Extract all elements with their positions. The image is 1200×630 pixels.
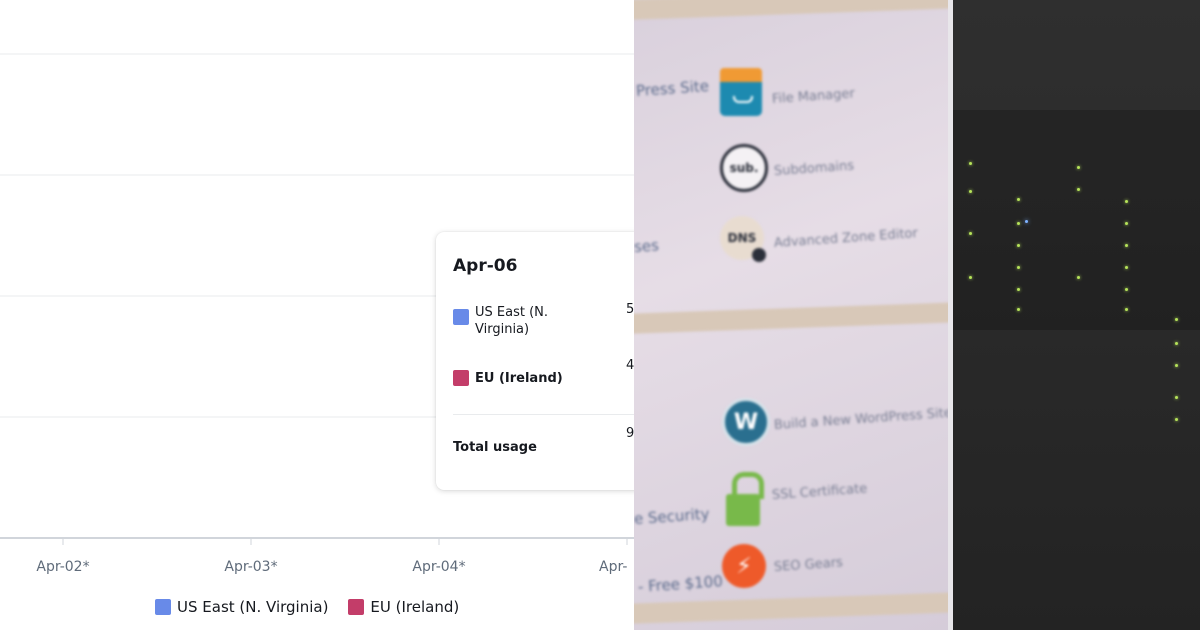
file-manager-icon bbox=[720, 68, 762, 116]
rack-led bbox=[1077, 188, 1080, 191]
seo-gears-icon-text: ⚡ bbox=[736, 553, 752, 579]
photo-band bbox=[634, 591, 950, 625]
rack-led bbox=[1175, 342, 1178, 345]
legend-item-us-east[interactable]: US East (N. Virginia) bbox=[155, 598, 328, 616]
x-tick-label: Apr-03* bbox=[224, 559, 277, 575]
rack-led bbox=[1017, 288, 1020, 291]
rack-led bbox=[969, 190, 972, 193]
rack-led bbox=[969, 232, 972, 235]
rack-led bbox=[1125, 288, 1128, 291]
rack-led bbox=[1017, 308, 1020, 311]
rack-shadow bbox=[953, 110, 1200, 330]
photo-label: - Free $100 bbox=[637, 572, 724, 596]
rack-led bbox=[969, 276, 972, 279]
server-rack-photo bbox=[953, 0, 1200, 630]
rack-led bbox=[1017, 244, 1020, 247]
tooltip-swatch-us-east bbox=[453, 309, 469, 325]
photo-label: SSL Certificate bbox=[771, 481, 868, 503]
rack-led bbox=[1125, 222, 1128, 225]
x-tick-label: Apr- bbox=[599, 559, 627, 575]
tooltip-row-us-east: US East (N. Virginia) bbox=[453, 304, 563, 338]
tooltip-title: Apr-06 bbox=[453, 256, 518, 276]
photo-label: e Security bbox=[634, 504, 711, 528]
rack-led-blue bbox=[1025, 220, 1028, 223]
photo-content: Press Site File Manager sub. Subdomains … bbox=[634, 0, 950, 630]
usage-chart-panel: Apr-02* Apr-03* Apr-04* Apr- US East (N.… bbox=[0, 0, 634, 630]
photo-label: File Manager bbox=[771, 86, 856, 107]
subdomains-icon-text: sub. bbox=[729, 161, 759, 175]
photo-band bbox=[634, 301, 950, 335]
tooltip-label-us-east: US East (N. Virginia) bbox=[475, 305, 549, 337]
tooltip-row-eu-ireland: EU (Ireland) bbox=[453, 370, 563, 387]
rack-led bbox=[1125, 244, 1128, 247]
hosting-panel-photo: Press Site File Manager sub. Subdomains … bbox=[634, 0, 950, 630]
rack-led bbox=[1077, 166, 1080, 169]
subdomains-icon: sub. bbox=[720, 144, 768, 192]
x-tick-label: Apr-02* bbox=[36, 559, 89, 575]
legend-swatch-us-east bbox=[155, 599, 171, 615]
rack-led bbox=[1077, 276, 1080, 279]
dns-icon-text: DNS bbox=[727, 231, 757, 245]
rack-led bbox=[1125, 266, 1128, 269]
x-tick-label: Apr-04* bbox=[412, 559, 465, 575]
rack-led bbox=[1125, 308, 1128, 311]
photo-label: Press Site bbox=[635, 76, 710, 100]
photo-label: Advanced Zone Editor bbox=[773, 225, 919, 251]
ssl-lock-icon bbox=[726, 472, 764, 528]
rack-led bbox=[1175, 418, 1178, 421]
tooltip-label-eu-ireland: EU (Ireland) bbox=[475, 371, 563, 386]
rack-led bbox=[1017, 266, 1020, 269]
wordpress-icon: W bbox=[722, 398, 770, 446]
tooltip-swatch-eu-ireland bbox=[453, 370, 469, 386]
legend-label-us-east: US East (N. Virginia) bbox=[177, 598, 329, 616]
rack-led bbox=[1175, 364, 1178, 367]
tooltip-value-eu-ireland: 4 bbox=[626, 358, 634, 373]
rack-led bbox=[1175, 318, 1178, 321]
tooltip-value-us-east: 5 bbox=[626, 302, 634, 317]
tooltip-total-value: 9 bbox=[626, 426, 634, 441]
dns-icon: DNS bbox=[720, 216, 766, 262]
legend-label-eu-ireland: EU (Ireland) bbox=[370, 598, 460, 616]
rack-led bbox=[1125, 200, 1128, 203]
photo-label: Build a New WordPress Site bbox=[773, 405, 950, 433]
tooltip-total-label: Total usage bbox=[453, 440, 537, 455]
rack-led bbox=[969, 162, 972, 165]
legend-swatch-eu-ireland bbox=[348, 599, 365, 615]
dns-edit-icon bbox=[752, 248, 766, 262]
photo-label: ses bbox=[634, 236, 660, 256]
photo-band bbox=[634, 0, 950, 21]
wordpress-icon-text: W bbox=[733, 409, 759, 435]
chart-tooltip: Apr-06 US East (N. Virginia) 5 EU (Irela… bbox=[436, 232, 634, 490]
rack-led bbox=[1017, 198, 1020, 201]
rack-led bbox=[1175, 396, 1178, 399]
composite-image: Apr-02* Apr-03* Apr-04* Apr- US East (N.… bbox=[0, 0, 1200, 630]
legend-item-eu-ireland[interactable]: EU (Ireland) bbox=[348, 598, 459, 616]
seo-gears-icon: ⚡ bbox=[722, 544, 766, 588]
chart-legend: US East (N. Virginia) EU (Ireland) bbox=[155, 598, 459, 616]
photo-label: Subdomains bbox=[773, 158, 855, 179]
rack-led bbox=[1017, 222, 1020, 225]
photo-label: SEO Gears bbox=[773, 555, 844, 575]
tooltip-divider bbox=[453, 414, 634, 415]
